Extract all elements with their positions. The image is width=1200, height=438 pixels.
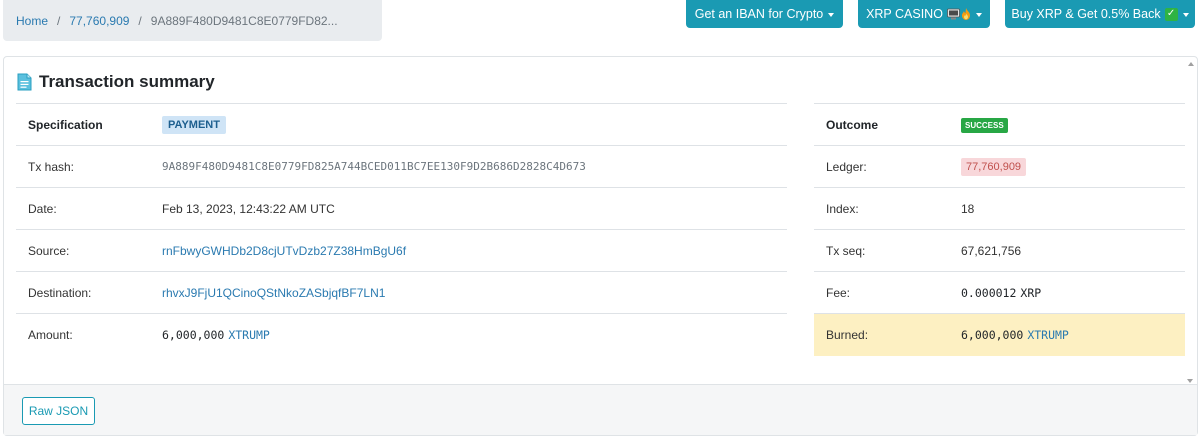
index-value: 18: [949, 187, 1185, 230]
card-title: Transaction summary: [17, 72, 215, 92]
table-row: Burned: 6,000,000 XTRUMP: [814, 313, 1185, 356]
xrp-casino-button[interactable]: XRP CASINO: [858, 0, 990, 28]
burned-number: 6,000,000: [961, 327, 1024, 342]
table-row: Source: rnFbwyGWHDb2D8cjUTvDzb27Z38HmBgU…: [16, 229, 787, 272]
breadcrumb-home-link[interactable]: Home: [16, 14, 48, 28]
raw-json-button[interactable]: Raw JSON: [22, 397, 95, 425]
txseq-value: 67,621,756: [949, 229, 1185, 272]
transaction-outcome-table: Outcome SUCCESS Ledger: 77,760,909 Index…: [814, 103, 1185, 356]
card-footer: Raw JSON: [4, 384, 1197, 435]
scroll-up-icon[interactable]: [1187, 62, 1194, 66]
table-row: Index: 18: [814, 187, 1185, 230]
monitor-icon: [947, 8, 960, 20]
source-cell: rnFbwyGWHDb2D8cjUTvDzb27Z38HmBgU6f: [150, 229, 787, 272]
outcome-label: Outcome: [814, 103, 949, 146]
xrp-casino-label: XRP CASINO: [866, 7, 943, 21]
burned-currency-link[interactable]: XTRUMP: [1027, 328, 1069, 342]
card-title-text: Transaction summary: [39, 72, 215, 91]
table-row: Tx hash: 9A889F480D9481C8E0779FD825A744B…: [16, 145, 787, 188]
source-label: Source:: [16, 229, 150, 272]
burned-label: Burned:: [814, 313, 949, 356]
transaction-details-table: Specification PAYMENT Tx hash: 9A889F480…: [16, 103, 787, 356]
table-row: Fee: 0.000012 XRP: [814, 271, 1185, 314]
fee-currency: XRP: [1020, 285, 1042, 300]
check-mark-icon: ✓: [1164, 7, 1178, 21]
amount-number: 6,000,000: [162, 327, 225, 342]
destination-cell: rhvxJ9FjU1QCinoQStNkoZASbjqfBF7LN1: [150, 271, 787, 314]
specification-value: PAYMENT: [150, 103, 787, 146]
txseq-label: Tx seq:: [814, 229, 949, 272]
fee-number: 0.000012: [961, 285, 1017, 300]
transaction-summary-card: Transaction summary Specification PAYMEN…: [3, 56, 1198, 436]
get-iban-label: Get an IBAN for Crypto: [694, 7, 824, 21]
fee-cell: 0.000012 XRP: [949, 271, 1185, 314]
fee-label: Fee:: [814, 271, 949, 314]
vertical-scrollbar[interactable]: [1186, 59, 1195, 387]
table-row: Date: Feb 13, 2023, 12:43:22 AM UTC: [16, 187, 787, 230]
table-row: Tx seq: 67,621,756: [814, 229, 1185, 272]
amount-cell: 6,000,000 XTRUMP: [150, 313, 787, 356]
amount-label: Amount:: [16, 313, 150, 356]
ledger-label: Ledger:: [814, 145, 949, 188]
success-badge: SUCCESS: [961, 117, 1008, 133]
breadcrumb-separator: /: [57, 13, 61, 28]
fire-icon: [961, 8, 970, 20]
destination-address-link[interactable]: rhvxJ9FjU1QCinoQStNkoZASbjqfBF7LN1: [162, 286, 385, 300]
chevron-down-icon: [975, 12, 982, 17]
get-iban-button[interactable]: Get an IBAN for Crypto: [686, 0, 843, 28]
breadcrumb: Home / 77,760,909 / 9A889F480D9481C8E077…: [3, 0, 382, 41]
breadcrumb-current: 9A889F480D9481C8E0779FD82...: [150, 13, 338, 28]
chevron-down-icon: [1182, 12, 1189, 17]
destination-label: Destination:: [16, 271, 150, 314]
source-address-link[interactable]: rnFbwyGWHDb2D8cjUTvDzb27Z38HmBgU6f: [162, 244, 406, 258]
table-row: Outcome SUCCESS: [814, 103, 1185, 146]
chevron-down-icon: [828, 12, 835, 17]
payment-badge: PAYMENT: [162, 115, 226, 134]
outcome-value: SUCCESS: [949, 103, 1185, 146]
ledger-badge-link[interactable]: 77,760,909: [961, 157, 1027, 176]
amount-currency-link[interactable]: XTRUMP: [228, 328, 270, 342]
date-value: Feb 13, 2023, 12:43:22 AM UTC: [150, 187, 787, 230]
table-row: Amount: 6,000,000 XTRUMP: [16, 313, 787, 356]
date-label: Date:: [16, 187, 150, 230]
burned-cell: 6,000,000 XTRUMP: [949, 313, 1185, 356]
scroll-down-icon[interactable]: [1187, 379, 1193, 383]
index-label: Index:: [814, 187, 949, 230]
breadcrumb-separator: /: [138, 13, 142, 28]
table-row: Specification PAYMENT: [16, 103, 787, 146]
breadcrumb-ledger-link[interactable]: 77,760,909: [69, 14, 129, 28]
ledger-cell: 77,760,909: [949, 145, 1185, 188]
txhash-value: 9A889F480D9481C8E0779FD825A744BCED011BC7…: [150, 145, 787, 188]
document-icon: [17, 73, 32, 91]
specification-label: Specification: [16, 103, 150, 146]
txhash-label: Tx hash:: [16, 145, 150, 188]
buy-xrp-button[interactable]: Buy XRP & Get 0.5% Back ✓: [1005, 0, 1195, 28]
table-row: Ledger: 77,760,909: [814, 145, 1185, 188]
table-row: Destination: rhvxJ9FjU1QCinoQStNkoZASbjq…: [16, 271, 787, 314]
buy-xrp-label: Buy XRP & Get 0.5% Back: [1011, 7, 1161, 21]
